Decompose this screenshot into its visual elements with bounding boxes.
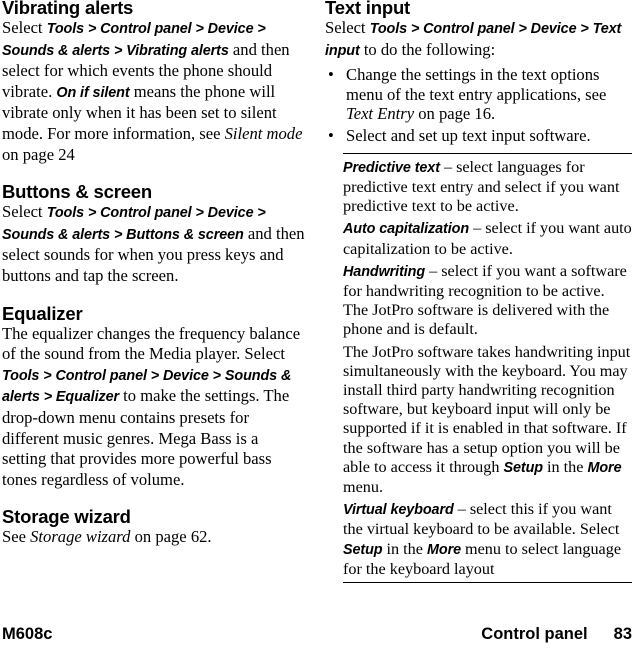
right-column: Text input Select Tools > Control panel … <box>325 0 632 584</box>
section-body-equalizer: The equalizer changes the frequency bala… <box>2 324 305 491</box>
footer-page-number: 83 <box>613 625 632 643</box>
text-fragment: The JotPro software takes handwriting in… <box>343 342 631 476</box>
text-fragment: menu. <box>343 478 384 497</box>
menu-emphasis-setup: Setup <box>503 459 543 476</box>
definition-dash: – <box>469 219 486 238</box>
section-body-text-input-intro: Select Tools > Control panel > Device > … <box>325 18 632 61</box>
text-input-bullet-list: • Change the settings in the text options… <box>325 65 632 146</box>
document-page: Vibrating alerts Select Tools > Control … <box>0 0 632 659</box>
option-emphasis: On if silent <box>56 84 130 101</box>
section-heading-buttons-screen: Buttons & screen <box>2 181 152 203</box>
text-fragment: See <box>2 527 31 547</box>
footer-chapter-block: Control panel 83 <box>481 625 632 644</box>
section-heading-vibrating-alerts: Vibrating alerts <box>2 0 134 18</box>
text-fragment: on page 24 <box>2 144 75 164</box>
text-fragment: in the <box>382 539 427 558</box>
cross-reference: Text Entry <box>346 104 415 123</box>
bullet-icon: • <box>328 65 334 85</box>
list-item: • Change the settings in the text options… <box>325 65 632 123</box>
text-fragment: in the <box>542 457 588 476</box>
definition-term: Handwriting <box>343 263 426 280</box>
bullet-icon: • <box>328 126 334 146</box>
menu-emphasis-more: More <box>427 541 461 558</box>
definition-term: Predictive text <box>343 159 440 176</box>
text-input-options-box: Predictive text – select languages for p… <box>343 152 632 584</box>
cross-reference: Storage wizard <box>30 527 131 547</box>
text-fragment: Select <box>2 18 47 37</box>
section-body-storage-wizard: See Storage wizard on page 62. <box>2 527 305 548</box>
footer-chapter: Control panel <box>481 625 588 643</box>
menu-emphasis-setup: Setup <box>343 541 383 558</box>
definition-term: Auto capitalization <box>343 221 470 238</box>
text-fragment: on page 16. <box>414 104 496 123</box>
text-fragment: Change the settings in the text options … <box>346 65 607 104</box>
list-item: • Select and set up text input software. <box>325 126 632 145</box>
definition-handwriting: Handwriting – select if you want a softw… <box>343 262 632 340</box>
section-heading-storage-wizard: Storage wizard <box>2 506 131 528</box>
definition-auto-capitalization: Auto capitalization – select if you want… <box>343 219 632 258</box>
definition-term: Virtual keyboard <box>343 502 454 519</box>
section-heading-text-input: Text input <box>325 0 411 18</box>
definition-dash: – <box>425 261 442 280</box>
section-body-vibrating-alerts: Select Tools > Control panel > Device > … <box>2 18 305 165</box>
text-fragment: Select <box>325 18 370 37</box>
cross-reference: Silent mode <box>224 123 303 143</box>
text-fragment: to do the following: <box>359 39 496 59</box>
text-fragment: Select and set up text input software. <box>346 126 591 146</box>
jotpro-description: The JotPro software takes handwriting in… <box>343 343 632 498</box>
definition-virtual-keyboard: Virtual keyboard – select this if you wa… <box>343 500 632 579</box>
text-fragment: The equalizer changes the frequency bala… <box>2 323 301 364</box>
left-column: Vibrating alerts Select Tools > Control … <box>2 0 305 548</box>
page-columns: Vibrating alerts Select Tools > Control … <box>0 0 632 600</box>
menu-emphasis-more: More <box>587 459 622 476</box>
section-heading-equalizer: Equalizer <box>2 302 83 324</box>
definition-dash: – <box>439 157 457 176</box>
text-fragment: on page 62. <box>130 527 212 547</box>
definition-predictive-text: Predictive text – select languages for p… <box>343 158 632 217</box>
text-fragment: Select <box>2 202 47 222</box>
page-footer: M608c Control panel 83 <box>0 625 632 649</box>
definition-dash: – <box>453 500 470 519</box>
section-body-buttons-screen: Select Tools > Control panel > Device > … <box>2 202 305 286</box>
footer-model: M608c <box>2 625 53 643</box>
